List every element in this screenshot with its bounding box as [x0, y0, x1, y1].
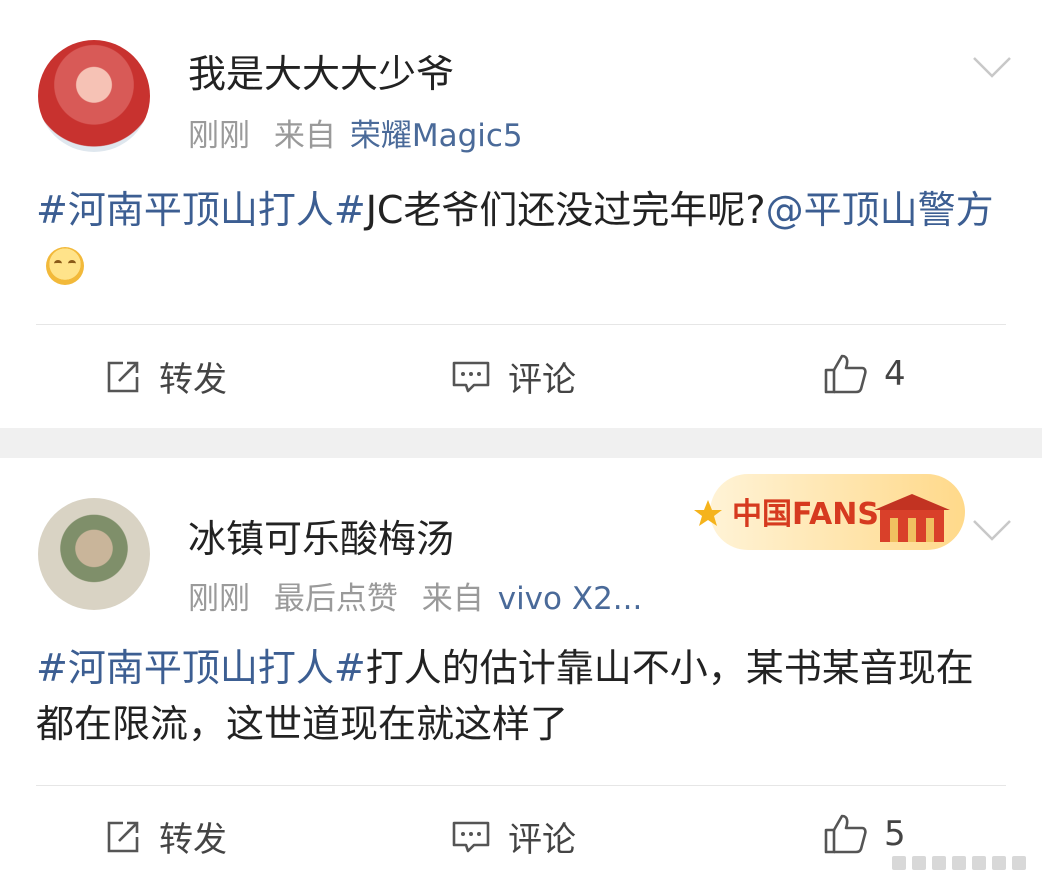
username[interactable]: 我是大大大少爷 [188, 43, 454, 98]
source-prefix: 来自 [421, 581, 484, 617]
share-label: 转发 [159, 820, 227, 860]
like-count: 5 [884, 814, 906, 854]
post-meta: 刚刚 最后点赞 来自 vivo X2... [188, 573, 656, 618]
hashtag-link[interactable]: #河南平顶山打人# [36, 646, 366, 690]
post-text: #河南平顶山打人#JC老爷们还没过完年呢?@平顶山警方 [36, 182, 1002, 294]
hashtag-link[interactable]: #河南平顶山打人# [36, 188, 366, 232]
comment-button[interactable]: 评论 [450, 812, 576, 861]
post-card: 我是大大大少爷 刚刚 来自 荣耀Magic5 #河南平顶山打人#JC老爷们还没过完… [0, 0, 1042, 428]
feed-separator [0, 428, 1042, 458]
mention-link[interactable]: @平顶山警方 [766, 188, 994, 232]
fans-badge-text: 中国FANS [732, 497, 879, 532]
share-label: 转发 [159, 360, 227, 400]
divider [36, 785, 1006, 786]
last-like-tag: 最后点赞 [273, 581, 398, 617]
share-button[interactable]: 转发 [103, 352, 227, 401]
comment-icon [452, 821, 490, 852]
source-device[interactable]: 荣耀Magic5 [350, 118, 523, 154]
divider [36, 324, 1006, 325]
thumbs-up-icon [824, 814, 867, 854]
comment-icon [452, 361, 490, 392]
source-device[interactable]: vivo X2... [498, 581, 643, 617]
watermark-dots [892, 856, 1026, 870]
share-button[interactable]: 转发 [103, 812, 227, 861]
comment-button[interactable]: 评论 [450, 352, 576, 401]
post-body: JC老爷们还没过完年呢? [365, 188, 766, 232]
comment-label: 评论 [508, 360, 576, 400]
avatar[interactable] [38, 40, 150, 152]
post-time: 刚刚 [188, 581, 250, 617]
like-button[interactable]: 4 [822, 352, 906, 396]
chevron-down-icon[interactable] [972, 55, 1012, 79]
share-icon [107, 361, 139, 392]
chevron-down-icon[interactable] [972, 518, 1012, 542]
smile-emoji-icon [46, 247, 84, 285]
post-text: #河南平顶山打人#打人的估计靠山不小，某书某音现在都在限流，这世道现在就这样了 [36, 640, 1002, 752]
thumbs-up-icon [824, 354, 867, 394]
post-card: 冰镇可乐酸梅汤 中国FANS 刚刚 最后点赞 来自 vivo X2... #河南平… [0, 458, 1042, 888]
post-time: 刚刚 [188, 118, 250, 154]
fans-badge[interactable]: 中国FANS [690, 464, 970, 556]
username[interactable]: 冰镇可乐酸梅汤 [188, 508, 454, 563]
comment-label: 评论 [508, 820, 576, 860]
share-icon [107, 821, 139, 852]
post-meta: 刚刚 来自 荣耀Magic5 [188, 110, 537, 155]
source-prefix: 来自 [273, 118, 336, 154]
like-count: 4 [884, 354, 906, 394]
like-button[interactable]: 5 [822, 812, 906, 856]
avatar[interactable] [38, 498, 150, 610]
